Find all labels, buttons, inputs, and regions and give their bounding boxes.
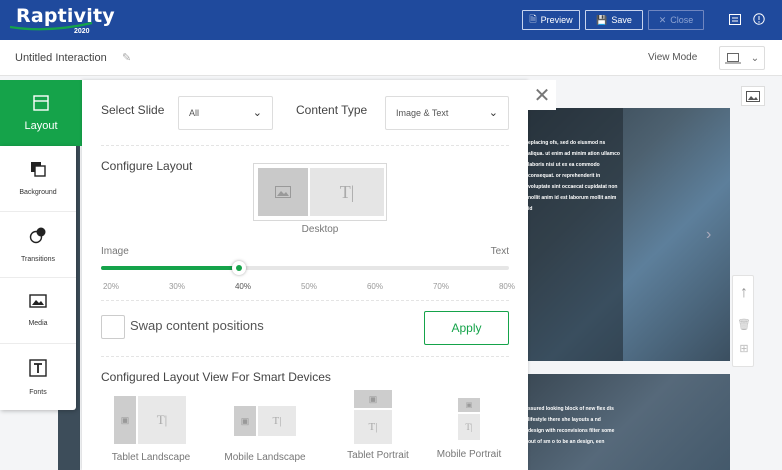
slider-handle[interactable] [232, 261, 246, 275]
swap-content-label: Swap content positions [130, 318, 264, 333]
tablet-landscape-preview[interactable]: ▣ T| [112, 394, 188, 446]
transitions-icon [29, 226, 47, 248]
tablet-portrait-caption: Tablet Portrait [347, 450, 409, 461]
image-placeholder-icon [258, 168, 308, 216]
slider-tick[interactable]: 60% [361, 282, 389, 291]
left-nav: Layout Background Transitions Media Font… [0, 80, 82, 410]
image-placeholder-icon: ▣ [458, 398, 480, 412]
background-icon [30, 161, 46, 181]
logo-subtitle: 2020 [74, 28, 90, 35]
preview-icon: 🗎 [529, 14, 537, 24]
image-tool-button[interactable] [741, 86, 765, 106]
image-placeholder-icon: ▣ [234, 406, 256, 436]
tablet-portrait-preview[interactable]: ▣ T| [352, 388, 394, 446]
layout-icon [33, 94, 49, 116]
top-bar: Raptivity 2020 🗎 Preview 💾 Save ✕ Close [0, 0, 782, 40]
slider-tick[interactable]: 70% [427, 282, 455, 291]
interaction-title[interactable]: Untitled Interaction [15, 52, 107, 64]
layout-ratio-slider[interactable] [101, 261, 509, 275]
desktop-layout-preview[interactable]: T| [253, 163, 387, 221]
close-button[interactable]: ✕ Close [648, 10, 704, 30]
nav-fonts[interactable]: Fonts [0, 344, 76, 410]
laptop-icon [724, 52, 741, 63]
apply-button[interactable]: Apply [424, 311, 509, 345]
slider-tick[interactable]: 40% [229, 282, 257, 291]
save-icon: 💾 [596, 14, 608, 25]
slide-2-preview[interactable]: ssured looking block of new flex dis lif… [528, 374, 730, 470]
nav-transitions[interactable]: Transitions [0, 212, 76, 278]
text-placeholder-icon: T| [310, 168, 384, 216]
content-type-label: Content Type [296, 103, 368, 117]
content-type-dropdown[interactable]: Image & Text ⌄ [385, 96, 509, 130]
slider-tick[interactable]: 30% [163, 282, 191, 291]
help-icon[interactable] [752, 12, 766, 26]
panel-close-button[interactable]: ✕ [528, 80, 556, 110]
slider-fill [101, 266, 239, 270]
slide-1-text: eplacing ofs, sed do eiusmod ns aliqua. … [528, 140, 620, 212]
smart-devices-title: Configured Layout View For Smart Devices [101, 370, 331, 384]
text-placeholder-icon: T| [258, 406, 296, 436]
edit-pencil-icon[interactable]: ✎ [122, 51, 131, 64]
save-button[interactable]: 💾 Save [585, 10, 643, 30]
mobile-portrait-preview[interactable]: ▣ T| [456, 396, 482, 442]
slider-image-label: Image [101, 246, 129, 257]
tablet-landscape-caption: Tablet Landscape [111, 452, 191, 463]
text-placeholder-icon: T| [458, 414, 480, 440]
add-slide-icon[interactable]: ⊞ [737, 342, 751, 355]
slider-tick[interactable]: 80% [493, 282, 521, 291]
chevron-down-icon: ⌄ [488, 107, 498, 119]
chevron-down-icon: ⌄ [750, 52, 760, 64]
close-x-icon: ✕ [533, 84, 551, 107]
nav-layout[interactable]: Layout [0, 80, 82, 146]
slide-tools: ↑ 🗑 ⊞ [732, 275, 754, 367]
sub-bar: Untitled Interaction ✎ View Mode ⌄ [0, 40, 782, 76]
media-icon [29, 294, 47, 312]
image-icon [746, 90, 760, 102]
mobile-portrait-caption: Mobile Portrait [436, 449, 502, 460]
divider [101, 145, 509, 146]
preview-button[interactable]: 🗎 Preview [522, 10, 580, 30]
desktop-caption: Desktop [301, 224, 339, 235]
image-placeholder-icon: ▣ [114, 396, 136, 444]
slider-text-label: Text [490, 246, 509, 257]
slider-tick[interactable]: 50% [295, 282, 323, 291]
slide-2-text: ssured looking block of new flex dis lif… [528, 406, 615, 445]
nav-list: Background Transitions Media Fonts [0, 146, 76, 410]
mobile-landscape-preview[interactable]: ▣ T| [232, 404, 298, 438]
mobile-landscape-caption: Mobile Landscape [224, 452, 306, 463]
close-icon: ✕ [658, 14, 667, 25]
view-mode-select[interactable]: ⌄ [719, 46, 765, 70]
notes-icon[interactable] [728, 12, 742, 26]
fonts-icon [29, 358, 47, 381]
next-slide-icon[interactable]: › [706, 226, 711, 244]
slide-1-preview[interactable]: eplacing ofs, sed do eiusmod ns aliqua. … [528, 108, 730, 361]
chevron-down-icon: ⌄ [252, 107, 262, 119]
configure-layout-label: Configure Layout [101, 159, 193, 173]
divider [101, 300, 509, 301]
view-mode-label: View Mode [648, 52, 698, 63]
image-placeholder-icon: ▣ [354, 390, 392, 408]
swap-content-checkbox[interactable] [101, 315, 125, 339]
text-placeholder-icon: T| [138, 396, 186, 444]
delete-icon[interactable]: 🗑 [737, 318, 751, 331]
move-up-icon[interactable]: ↑ [737, 284, 751, 302]
nav-media[interactable]: Media [0, 278, 76, 344]
slider-tick[interactable]: 20% [97, 282, 125, 291]
divider [101, 356, 509, 357]
nav-background[interactable]: Background [0, 146, 76, 212]
text-placeholder-icon: T| [354, 410, 392, 444]
select-slide-dropdown[interactable]: All ⌄ [178, 96, 273, 130]
select-slide-label: Select Slide [101, 103, 165, 117]
